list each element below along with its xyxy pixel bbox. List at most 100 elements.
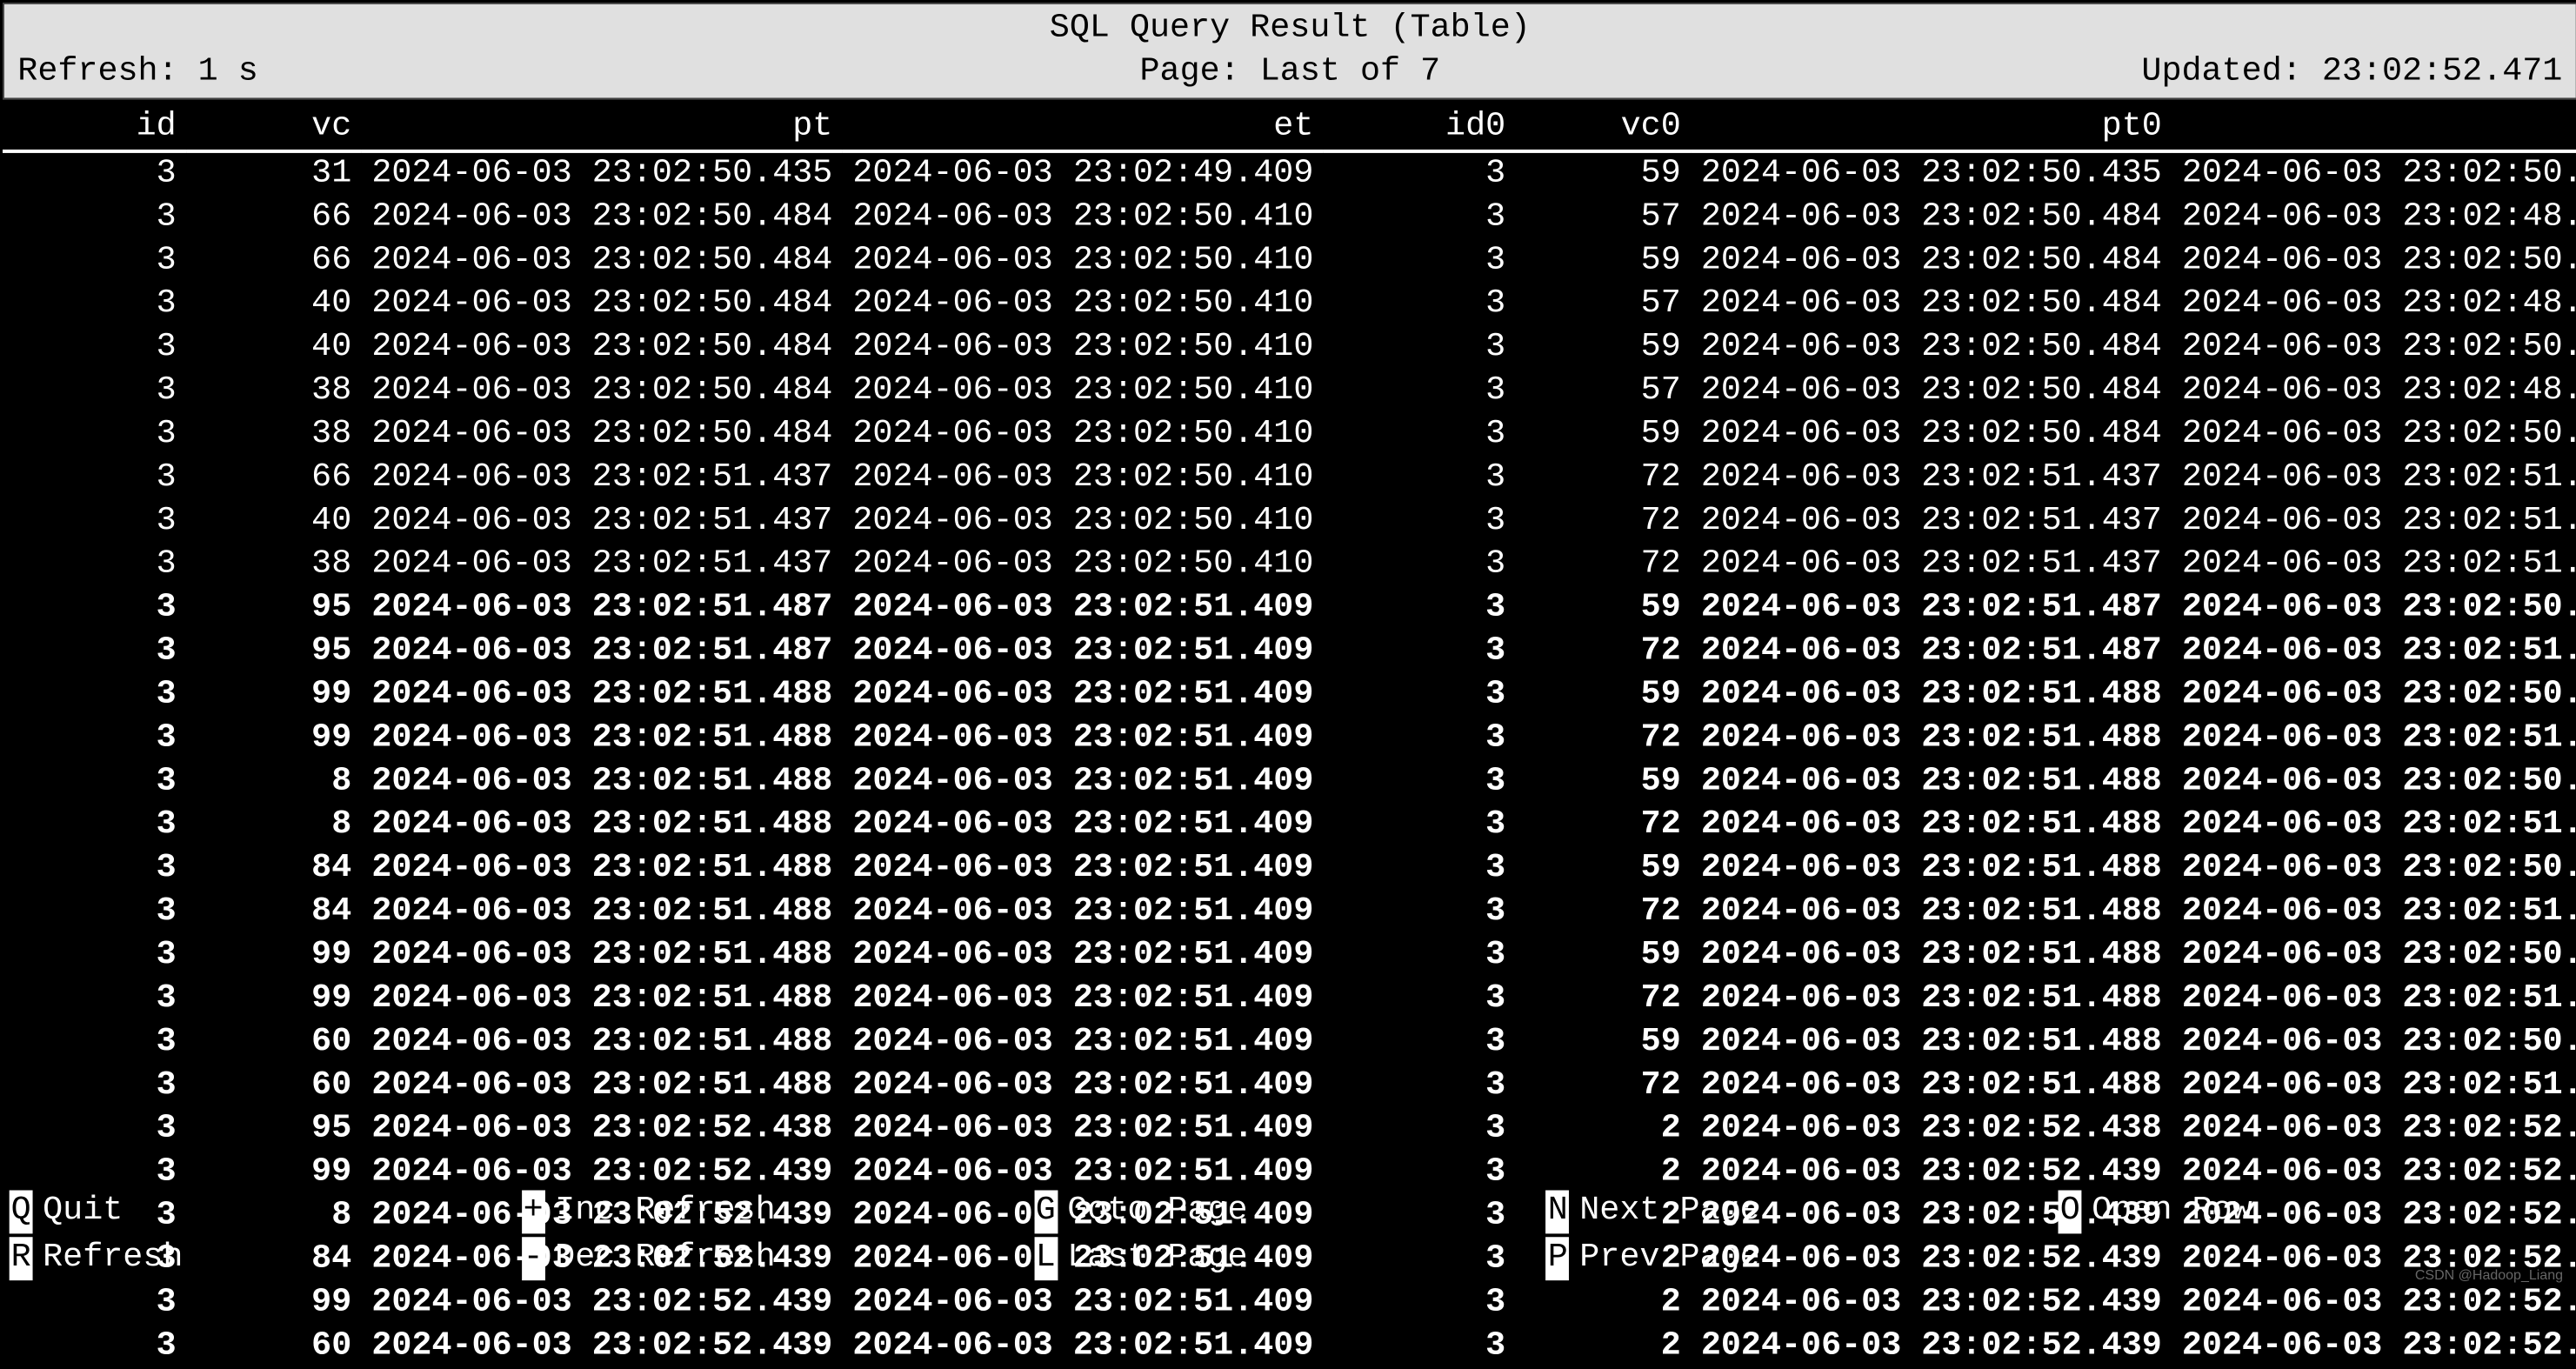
cell-et: 2024-06-03 23:02:50.410: [843, 457, 1324, 500]
cell-vc0: 2: [1516, 1282, 1692, 1326]
cell-et: 2024-06-03 23:02:50.410: [843, 326, 1324, 370]
table-row[interactable]: 3402024-06-03 23:02:51.4372024-06-03 23:…: [3, 500, 2576, 544]
cell-id0: 3: [1324, 1108, 1516, 1152]
cell-vc0: 72: [1516, 500, 1692, 544]
table-row[interactable]: 382024-06-03 23:02:51.4882024-06-03 23:0…: [3, 761, 2576, 805]
cell-et: 2024-06-03 23:02:51.409: [843, 978, 1324, 1021]
cell-id0: 3: [1324, 674, 1516, 718]
shortcut-open-row[interactable]: OOpen Row: [2059, 1190, 2571, 1233]
table-row[interactable]: 3382024-06-03 23:02:50.4842024-06-03 23:…: [3, 370, 2576, 413]
cell-id: 3: [3, 805, 186, 848]
table-row[interactable]: 3662024-06-03 23:02:51.4372024-06-03 23:…: [3, 457, 2576, 500]
cell-et0: 2024-06-03 23:02:51.414: [2172, 978, 2576, 1021]
cell-vc0: 2: [1516, 1326, 1692, 1369]
shortcut-next-page[interactable]: NNext Page: [1546, 1190, 2059, 1233]
cell-et: 2024-06-03 23:02:51.409: [843, 805, 1324, 848]
table-row[interactable]: 3842024-06-03 23:02:51.4882024-06-03 23:…: [3, 848, 2576, 892]
col-header-id: id: [3, 106, 186, 151]
table-row[interactable]: 3662024-06-03 23:02:50.4842024-06-03 23:…: [3, 197, 2576, 240]
cell-pt: 2024-06-03 23:02:51.488: [362, 848, 843, 892]
cell-pt0: 2024-06-03 23:02:52.439: [1691, 1152, 2172, 1195]
cell-et: 2024-06-03 23:02:50.410: [843, 284, 1324, 327]
cell-id0: 3: [1324, 544, 1516, 587]
hotkey-minus: -: [522, 1237, 545, 1280]
cell-et0: 2024-06-03 23:02:52.415: [2172, 1326, 2576, 1369]
cell-pt: 2024-06-03 23:02:51.437: [362, 500, 843, 544]
table-row[interactable]: 3992024-06-03 23:02:51.4882024-06-03 23:…: [3, 674, 2576, 718]
watermark: CSDN @Hadoop_Liang: [2415, 1267, 2563, 1286]
table-row[interactable]: 3662024-06-03 23:02:50.4842024-06-03 23:…: [3, 240, 2576, 284]
cell-pt0: 2024-06-03 23:02:52.439: [1691, 1282, 2172, 1326]
shortcut-last-page[interactable]: LLast Page: [1034, 1237, 1546, 1280]
cell-pt: 2024-06-03 23:02:52.439: [362, 1282, 843, 1326]
shortcut-goto-page[interactable]: GGoto Page: [1034, 1190, 1546, 1233]
cell-vc: 38: [186, 370, 362, 413]
table-row[interactable]: 3992024-06-03 23:02:52.4392024-06-03 23:…: [3, 1152, 2576, 1195]
table-row[interactable]: 3312024-06-03 23:02:50.4352024-06-03 23:…: [3, 151, 2576, 197]
cell-id: 3: [3, 1282, 186, 1326]
cell-et0: 2024-06-03 23:02:48.414: [2172, 197, 2576, 240]
cell-pt0: 2024-06-03 23:02:50.435: [1691, 151, 2172, 197]
cell-pt: 2024-06-03 23:02:50.435: [362, 151, 843, 197]
cell-id: 3: [3, 978, 186, 1021]
col-header-vc: vc: [186, 106, 362, 151]
cell-pt: 2024-06-03 23:02:52.438: [362, 1108, 843, 1152]
table-row[interactable]: 3952024-06-03 23:02:52.4382024-06-03 23:…: [3, 1108, 2576, 1152]
cell-id0: 3: [1324, 197, 1516, 240]
hotkey-r: R: [10, 1237, 33, 1280]
table-row[interactable]: 3402024-06-03 23:02:50.4842024-06-03 23:…: [3, 284, 2576, 327]
cell-vc: 8: [186, 805, 362, 848]
hotkey-l: L: [1034, 1237, 1058, 1280]
table-row[interactable]: 3992024-06-03 23:02:51.4882024-06-03 23:…: [3, 718, 2576, 761]
table-row[interactable]: 3952024-06-03 23:02:51.4872024-06-03 23:…: [3, 631, 2576, 674]
cell-vc0: 2: [1516, 1152, 1692, 1195]
shortcut-prev-page[interactable]: PPrev Page: [1546, 1237, 2059, 1280]
table-row[interactable]: 3402024-06-03 23:02:50.4842024-06-03 23:…: [3, 326, 2576, 370]
shortcut-quit[interactable]: QQuit: [10, 1190, 522, 1233]
table-row[interactable]: 3382024-06-03 23:02:50.4842024-06-03 23:…: [3, 413, 2576, 457]
table-row[interactable]: 3602024-06-03 23:02:51.4882024-06-03 23:…: [3, 1065, 2576, 1108]
table-row[interactable]: 3842024-06-03 23:02:51.4882024-06-03 23:…: [3, 891, 2576, 934]
table-row[interactable]: 3382024-06-03 23:02:51.4372024-06-03 23:…: [3, 544, 2576, 587]
cell-vc0: 72: [1516, 718, 1692, 761]
table-row[interactable]: 382024-06-03 23:02:51.4882024-06-03 23:0…: [3, 805, 2576, 848]
cell-id: 3: [3, 1065, 186, 1108]
cell-vc0: 59: [1516, 587, 1692, 631]
cell-id0: 3: [1324, 1282, 1516, 1326]
table-row[interactable]: 3992024-06-03 23:02:52.4392024-06-03 23:…: [3, 1282, 2576, 1326]
cell-id: 3: [3, 240, 186, 284]
cell-pt: 2024-06-03 23:02:51.488: [362, 934, 843, 978]
table-row[interactable]: 3952024-06-03 23:02:51.4872024-06-03 23:…: [3, 587, 2576, 631]
cell-vc0: 59: [1516, 674, 1692, 718]
table-row[interactable]: 3602024-06-03 23:02:51.4882024-06-03 23:…: [3, 1021, 2576, 1065]
cell-pt0: 2024-06-03 23:02:50.484: [1691, 197, 2172, 240]
cell-pt0: 2024-06-03 23:02:51.487: [1691, 587, 2172, 631]
cell-id: 3: [3, 761, 186, 805]
label-next-page: Next Page: [1579, 1190, 1759, 1233]
table-row[interactable]: 3992024-06-03 23:02:51.4882024-06-03 23:…: [3, 978, 2576, 1021]
col-header-et: et: [843, 106, 1324, 151]
cell-pt0: 2024-06-03 23:02:51.488: [1691, 891, 2172, 934]
hotkey-o: O: [2059, 1190, 2082, 1233]
table-row[interactable]: 3992024-06-03 23:02:51.4882024-06-03 23:…: [3, 934, 2576, 978]
cell-pt0: 2024-06-03 23:02:51.488: [1691, 978, 2172, 1021]
cell-id: 3: [3, 1021, 186, 1065]
cell-vc: 38: [186, 544, 362, 587]
cell-id: 3: [3, 587, 186, 631]
shortcut-inc-refresh[interactable]: +Inc Refresh: [522, 1190, 1034, 1233]
shortcut-refresh[interactable]: RRefresh: [10, 1237, 522, 1280]
cell-et0: 2024-06-03 23:02:50.414: [2172, 151, 2576, 197]
cell-id0: 3: [1324, 631, 1516, 674]
page-indicator: Page: Last of 7: [866, 51, 1714, 95]
cell-id0: 3: [1324, 805, 1516, 848]
cell-et0: 2024-06-03 23:02:51.414: [2172, 718, 2576, 761]
cell-pt: 2024-06-03 23:02:51.488: [362, 891, 843, 934]
cell-pt0: 2024-06-03 23:02:50.484: [1691, 284, 2172, 327]
cell-vc0: 59: [1516, 934, 1692, 978]
cell-pt: 2024-06-03 23:02:51.488: [362, 805, 843, 848]
table-row[interactable]: 3602024-06-03 23:02:52.4392024-06-03 23:…: [3, 1326, 2576, 1369]
cell-pt0: 2024-06-03 23:02:51.488: [1691, 805, 2172, 848]
cell-pt: 2024-06-03 23:02:51.487: [362, 587, 843, 631]
cell-pt0: 2024-06-03 23:02:50.484: [1691, 370, 2172, 413]
shortcut-dec-refresh[interactable]: -Dec Refresh: [522, 1237, 1034, 1280]
